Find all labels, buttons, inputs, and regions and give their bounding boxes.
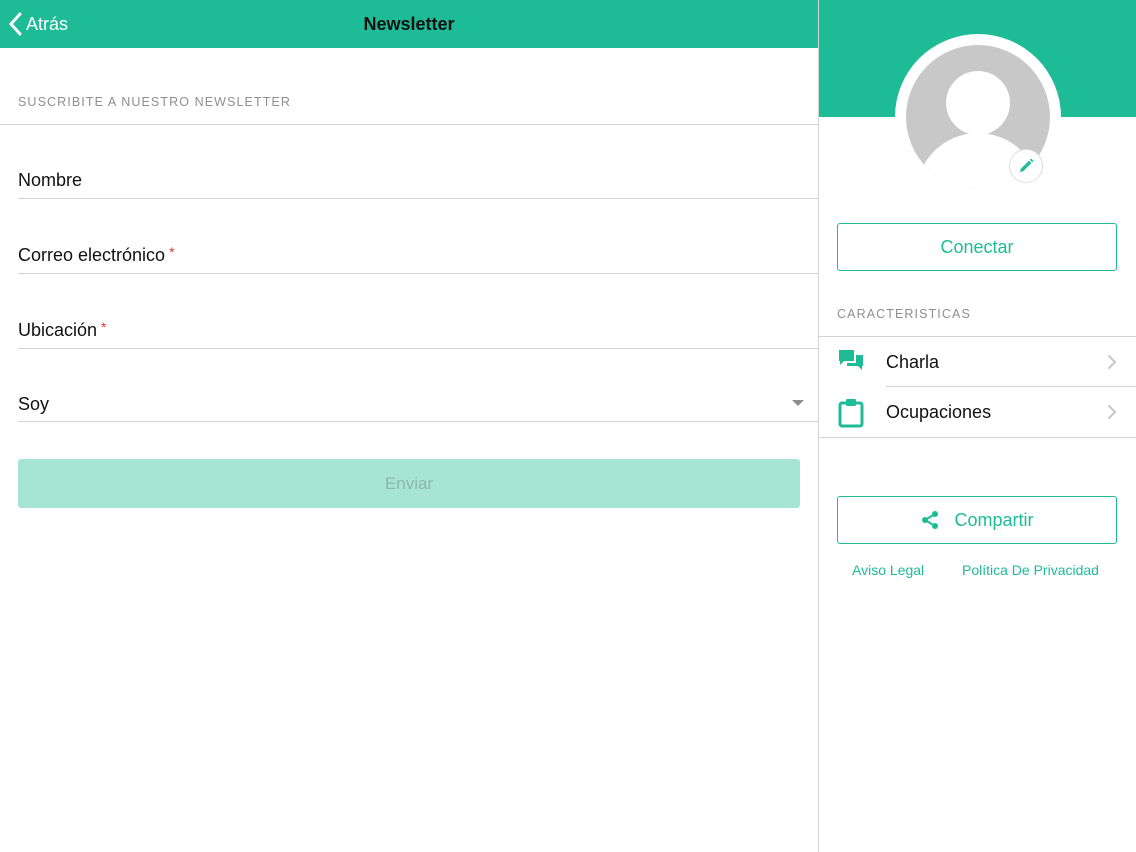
newsletter-pane: Atrás Newsletter SUSCRIBITE A NUESTRO NE… [0, 0, 818, 852]
role-select[interactable]: Soy [18, 394, 808, 415]
feature-label: Ocupaciones [886, 401, 992, 422]
divider [18, 198, 818, 199]
chevron-right-icon [1108, 355, 1117, 369]
required-marker: * [169, 244, 175, 260]
feature-item-ocupaciones[interactable]: Ocupaciones [819, 387, 1136, 437]
share-button[interactable]: Compartir [837, 496, 1117, 544]
divider [819, 437, 1136, 438]
share-button-label: Compartir [954, 509, 1034, 530]
connect-button[interactable]: Conectar [837, 223, 1117, 271]
edit-avatar-button[interactable] [1009, 149, 1043, 183]
chevron-right-icon [1108, 405, 1117, 419]
required-marker: * [101, 319, 107, 335]
submit-button[interactable]: Enviar [18, 459, 800, 508]
page-title: Newsletter [363, 14, 455, 34]
divider [18, 273, 818, 274]
connect-button-label: Conectar [940, 236, 1014, 257]
email-field-label: Correo electrónico [18, 245, 166, 265]
divider [18, 348, 818, 349]
legal-notice-link[interactable]: Aviso Legal [852, 562, 924, 578]
features-header: CARACTERISTICAS [837, 307, 971, 321]
pencil-icon [1020, 158, 1034, 172]
section-header: SUSCRIBITE A NUESTRO NEWSLETTER [18, 95, 292, 109]
feature-label: Charla [886, 351, 940, 372]
name-field-label: Nombre [18, 170, 83, 190]
privacy-policy-link[interactable]: Política De Privacidad [962, 562, 1099, 578]
location-field-label: Ubicación [18, 320, 98, 340]
share-icon [922, 511, 939, 529]
email-field[interactable]: Correo electrónico * [18, 244, 175, 266]
submit-button-label: Enviar [384, 473, 434, 493]
divider [0, 124, 818, 125]
profile-sidebar: Conectar CARACTERISTICAS Charla Ocupacio… [818, 0, 1136, 852]
clipboard-icon [838, 399, 864, 428]
feature-item-charla[interactable]: Charla [819, 337, 1136, 387]
chat-icon [839, 350, 863, 370]
location-field[interactable]: Ubicación * [18, 319, 107, 341]
name-field[interactable]: Nombre [18, 170, 82, 191]
divider [18, 421, 818, 422]
role-select-label: Soy [18, 394, 50, 414]
dropdown-caret-icon[interactable] [792, 400, 804, 406]
navigation-bar: Atrás Newsletter [0, 0, 818, 48]
